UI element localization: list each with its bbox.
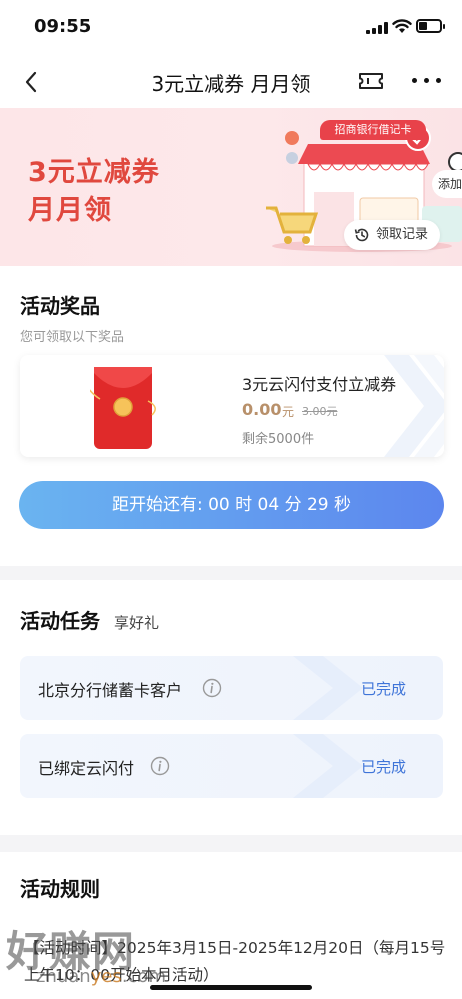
task-label: 北京分行储蓄卡客户 (38, 681, 183, 700)
prize-price: 0.00 (242, 400, 282, 419)
watermark-url-part2: yes (90, 966, 122, 987)
coupon-icon[interactable] (358, 71, 384, 91)
prize-name: 3元云闪付支付立减券 (242, 375, 397, 394)
clock-icon (448, 152, 462, 172)
task-label: 已绑定云闪付 (38, 759, 135, 778)
wifi-icon (392, 19, 412, 33)
battery-icon (416, 19, 445, 33)
banner-title-line1: 3元立减券 (28, 157, 160, 188)
task-row[interactable]: 已绑定云闪付 已完成 (20, 734, 443, 798)
shop-sign: 招商银行借记卡 (320, 120, 426, 140)
page-title: 3元立减券 月月领 (151, 72, 311, 96)
more-icon[interactable] (412, 78, 442, 86)
watermark-url-part1: zhuan (36, 966, 91, 987)
claim-records-label: 领取记录 (376, 227, 429, 242)
claim-records-button[interactable]: 领取记录 (344, 220, 440, 250)
tasks-title: 活动任务 (20, 609, 100, 633)
status-time: 09:55 (34, 16, 92, 37)
watermark-url-part3: .com (121, 966, 166, 987)
prizes-subtitle: 您可领取以下奖品 (20, 330, 125, 345)
prizes-title: 活动奖品 (20, 294, 100, 318)
task-row[interactable]: 北京分行储蓄卡客户 已完成 (20, 656, 443, 720)
task-status: 已完成 (361, 758, 407, 776)
nav-bar: 3元立减券 月月领 (0, 56, 462, 108)
banner-title-line2: 月月领 (28, 195, 112, 226)
info-icon[interactable] (202, 678, 222, 698)
tasks-subtitle: 享好礼 (114, 614, 160, 632)
home-indicator[interactable] (150, 985, 312, 990)
rules-title: 活动规则 (20, 877, 100, 901)
signal-icon (366, 22, 388, 34)
history-icon (354, 228, 369, 242)
countdown-button[interactable]: 距开始还有: 00 时 04 分 29 秒 (19, 481, 444, 529)
add-shortcut-button[interactable]: 添加 (432, 170, 462, 198)
info-icon[interactable] (150, 756, 170, 776)
prize-price-unit: 元 (282, 405, 295, 419)
task-status: 已完成 (361, 680, 407, 698)
red-packet-icon (90, 367, 156, 449)
status-bar: 09:55 (0, 0, 462, 56)
prize-original-price: 3.00元 (302, 405, 338, 418)
prize-stock: 剩余5000件 (242, 432, 315, 447)
watermark-url: zhuanyes.com (36, 966, 166, 987)
